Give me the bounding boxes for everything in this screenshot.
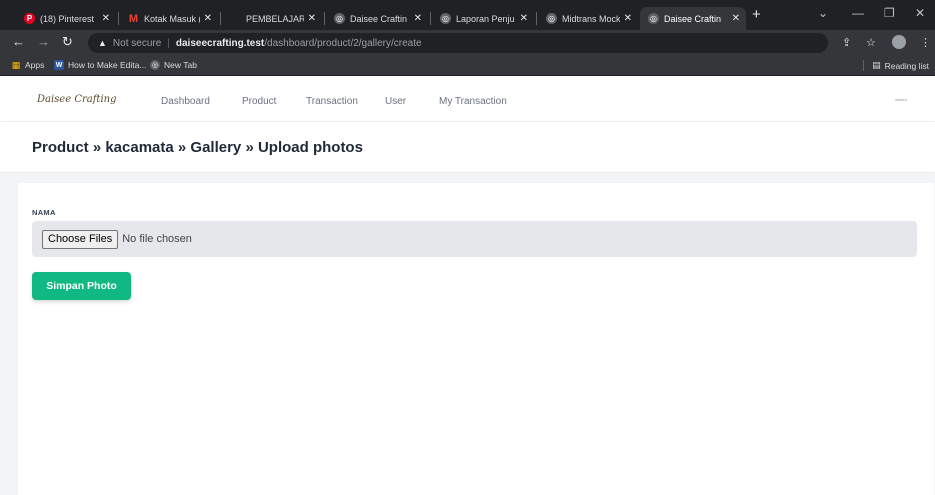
minimize-icon[interactable]: —	[852, 6, 864, 20]
forward-icon[interactable]: →	[37, 34, 50, 49]
nav-transaction[interactable]: Transaction	[306, 96, 358, 107]
new-tab-icon[interactable]: +	[752, 6, 761, 23]
globe-icon: ◎	[334, 13, 345, 24]
close-icon[interactable]: ✕	[308, 13, 316, 24]
reload-icon[interactable]: ↻	[62, 34, 73, 50]
tab-daisee-1[interactable]: ◎ Daisee Craftin ✕	[326, 7, 428, 30]
nav-my-transaction[interactable]: My Transaction	[439, 96, 507, 107]
profile-avatar-icon[interactable]	[892, 35, 906, 49]
nav-dashboard[interactable]: Dashboard	[161, 96, 210, 107]
close-icon[interactable]: ✕	[204, 13, 212, 24]
page-header: Product » kacamata » Gallery » Upload ph…	[0, 122, 935, 172]
tab-title: Daisee Craftin	[664, 13, 722, 24]
bookmark-new-tab[interactable]: ◎ New Tab	[150, 60, 197, 70]
security-label[interactable]: Not secure	[113, 38, 161, 49]
save-photo-button[interactable]: Simpan Photo	[32, 272, 131, 300]
bookmarks-bar: ▦ Apps W How to Make Edita... ◎ New Tab …	[0, 56, 935, 76]
tab-laporan[interactable]: ◎ Laporan Penju ✕	[432, 7, 534, 30]
pinterest-icon: P	[24, 13, 35, 24]
tab-title: Kotak Masuk (	[144, 13, 200, 24]
user-menu[interactable]: daisee	[895, 97, 907, 102]
bookmark-label: Apps	[25, 60, 45, 70]
site-navbar: Daisee Crafting Dashboard Product Transa…	[0, 77, 935, 122]
tab-gmail[interactable]: M Kotak Masuk ( ✕	[120, 7, 218, 30]
url-host[interactable]: daiseecrafting.test	[176, 38, 264, 49]
globe-icon: ◎	[648, 13, 659, 24]
back-icon[interactable]: ←	[12, 34, 25, 49]
field-label: NAMA	[32, 208, 56, 217]
tab-title: Laporan Penju	[456, 13, 515, 24]
tab-title: PEMBELAJARA	[246, 13, 304, 24]
browser-toolbar: ← → ↻ ▲ Not secure | daiseecrafting.test…	[0, 30, 935, 56]
close-icon[interactable]: ✕	[520, 13, 528, 24]
more-menu-icon[interactable]: ⋮	[920, 36, 931, 49]
tab-divider	[430, 12, 431, 25]
tab-divider	[536, 12, 537, 25]
url-path[interactable]: /dashboard/product/2/gallery/create	[264, 38, 421, 49]
globe-icon: ◎	[546, 13, 557, 24]
address-divider: |	[167, 37, 170, 49]
bookmark-label: New Tab	[164, 60, 197, 70]
reading-list-label: Reading list	[884, 60, 929, 71]
tab-daisee-active[interactable]: ◎ Daisee Craftin ✕	[640, 7, 746, 30]
tab-search-icon[interactable]: ⌄	[818, 6, 828, 20]
tab-title: (18) Pinterest	[40, 13, 95, 24]
page-title: Product » kacamata » Gallery » Upload ph…	[32, 139, 363, 156]
upload-form: NAMA Choose Files No file chosen Simpan …	[18, 183, 934, 495]
reading-list-icon: ▤	[872, 60, 881, 70]
bookmark-star-icon[interactable]: ☆	[866, 36, 876, 49]
word-icon: W	[54, 60, 64, 70]
browser-tab-strip: P (18) Pinterest ✕ M Kotak Masuk ( ✕ PEM…	[0, 0, 935, 30]
gmail-icon: M	[128, 12, 139, 25]
reading-list[interactable]: ▤ Reading list	[863, 60, 929, 71]
window-close-icon[interactable]: ✕	[915, 6, 925, 20]
reading-divider	[863, 60, 865, 71]
tab-divider	[220, 12, 221, 25]
tab-title: Daisee Craftin	[350, 13, 408, 24]
restore-icon[interactable]: ❐	[884, 6, 895, 20]
nav-product[interactable]: Product	[242, 96, 276, 107]
close-icon[interactable]: ✕	[102, 13, 110, 24]
file-status: No file chosen	[122, 233, 192, 245]
close-icon[interactable]: ✕	[414, 13, 422, 24]
choose-files-button[interactable]: Choose Files	[42, 229, 119, 249]
tab-midtrans[interactable]: ◎ Midtrans Mock ✕	[538, 7, 638, 30]
address-bar[interactable]: ▲ Not secure | daiseecrafting.test /dash…	[88, 33, 828, 53]
close-icon[interactable]: ✕	[732, 13, 740, 24]
tab-pembelajaran[interactable]: PEMBELAJARA ✕	[222, 7, 322, 30]
page-icon	[230, 13, 241, 24]
apps-grid-icon: ▦	[11, 59, 21, 70]
bookmark-label: How to Make Edita...	[68, 60, 147, 70]
globe-icon: ◎	[440, 13, 451, 24]
tab-divider	[324, 12, 325, 25]
warning-icon[interactable]: ▲	[98, 38, 107, 48]
share-icon[interactable]: ⇪	[842, 36, 851, 49]
bookmark-word[interactable]: W How to Make Edita...	[54, 60, 146, 70]
nav-user[interactable]: User	[385, 96, 406, 107]
bookmark-apps[interactable]: ▦ Apps	[11, 59, 45, 71]
main-content: NAMA Choose Files No file chosen Simpan …	[0, 173, 935, 495]
globe-icon: ◎	[150, 60, 160, 70]
site-logo[interactable]: Daisee Crafting	[32, 94, 124, 105]
tab-title: Midtrans Mock	[562, 13, 620, 24]
close-icon[interactable]: ✕	[624, 13, 632, 24]
tab-divider	[118, 12, 119, 25]
tab-pinterest[interactable]: P (18) Pinterest ✕	[16, 7, 116, 30]
file-input-wrapper[interactable]: Choose Files No file chosen	[32, 221, 917, 257]
